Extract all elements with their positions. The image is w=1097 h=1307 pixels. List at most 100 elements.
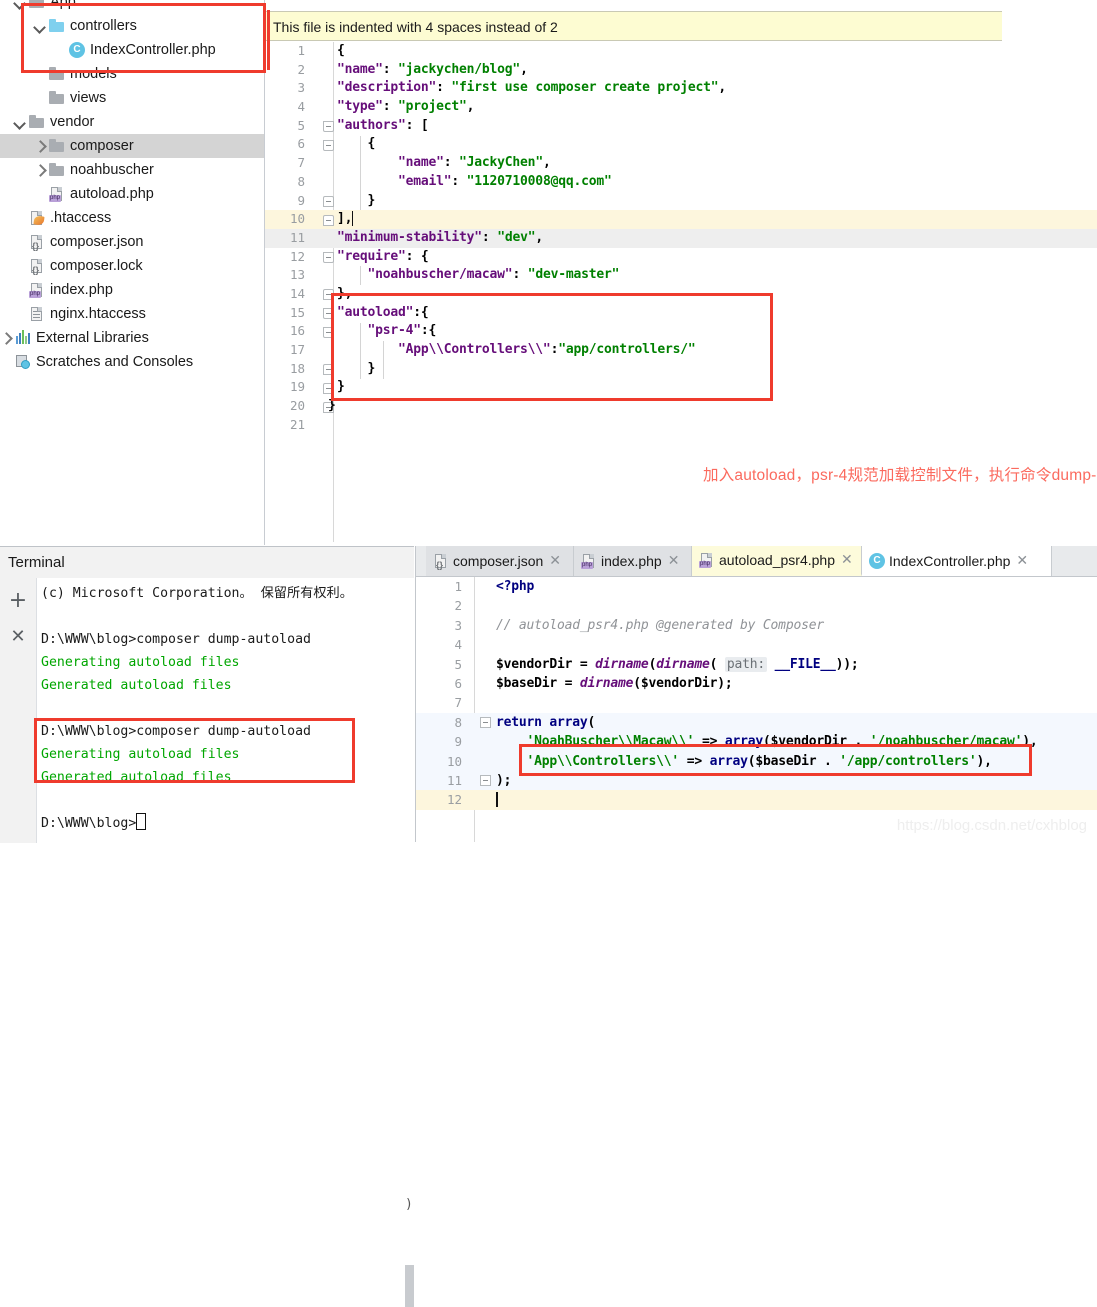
chevron-down-icon[interactable] xyxy=(14,116,26,128)
tree-item-autoload-php[interactable]: php autoload.php xyxy=(0,182,264,206)
code-fold-toggle[interactable] xyxy=(323,308,334,320)
terminal-line: (c) Microsoft Corporation。 保留所有权利。 xyxy=(37,582,414,605)
code-line[interactable]: 18 } xyxy=(265,360,1097,379)
code-fold-toggle[interactable] xyxy=(323,289,334,301)
line-number: 1 xyxy=(454,579,462,594)
tree-item-models[interactable]: models xyxy=(0,62,264,86)
tree-item-views[interactable]: views xyxy=(0,86,264,110)
php-code-line[interactable]: 5 $vendorDir = dirname(dirname( path: __F… xyxy=(416,655,1097,674)
code-fold-toggle[interactable] xyxy=(323,252,334,264)
code-fold-toggle[interactable] xyxy=(480,774,491,786)
tree-item-app[interactable]: App xyxy=(0,0,264,14)
tree-item-vendor[interactable]: vendor xyxy=(0,110,264,134)
code-line[interactable]: 11 "minimum-stability": "dev", xyxy=(265,228,1097,248)
editor-tab-bar[interactable]: {} composer.json ✕ php index.php ✕ php autoload… xyxy=(416,546,1097,577)
code-line[interactable]: 3 "description": "first use composer crea… xyxy=(265,79,1097,98)
code-line[interactable]: 17 "App\\Controllers\\":"app/controllers… xyxy=(265,341,1097,360)
tree-item-composer-json[interactable]: {} composer.json xyxy=(0,230,264,254)
terminal-toolbar[interactable]: + ✕ xyxy=(0,578,37,843)
code-line[interactable]: 12 "require": { xyxy=(265,248,1097,267)
editor-tab-index-php[interactable]: php index.php ✕ xyxy=(574,546,692,576)
code-line[interactable]: 5 "authors": [ xyxy=(265,117,1097,136)
tree-item-composer[interactable]: composer xyxy=(0,134,264,158)
tree-item-nginx-htaccess[interactable]: nginx.htaccess xyxy=(0,302,264,326)
code-line[interactable]: 2 "name": "jackychen/blog", xyxy=(265,61,1097,80)
code-fold-toggle[interactable] xyxy=(323,364,334,376)
code-line-text: }, xyxy=(337,285,353,301)
code-fold-toggle[interactable] xyxy=(323,121,334,133)
text-file-icon xyxy=(29,306,45,322)
tree-item-scratches-and-consoles[interactable]: Scratches and Consoles xyxy=(0,350,264,374)
php-code-line[interactable]: 1 <?php xyxy=(416,577,1097,596)
code-line[interactable]: 6 { xyxy=(265,135,1097,154)
tree-item-indexcontroller-php[interactable]: C IndexController.php xyxy=(0,38,264,62)
line-number: 1 xyxy=(297,43,305,58)
tree-item-composer-lock[interactable]: {} composer.lock xyxy=(0,254,264,278)
code-line[interactable]: 10], xyxy=(265,210,1097,229)
chevron-right-icon[interactable] xyxy=(0,332,12,344)
php-code-line[interactable]: 11); xyxy=(416,770,1097,791)
project-tree-panel[interactable]: App controllers C IndexController.php models… xyxy=(0,0,265,545)
code-fold-toggle[interactable] xyxy=(323,214,334,226)
main-editor-composer-json[interactable]: This file is indented with 4 spaces inst… xyxy=(265,0,1097,545)
php-code-line[interactable]: 3 // autoload_psr4.php @generated by Comp… xyxy=(416,616,1097,635)
chinese-annotation-text: 加入autoload，psr-4规范加载控制文件，执行命令dump-autolo… xyxy=(703,467,1097,484)
code-fold-toggle[interactable] xyxy=(323,139,334,151)
editor-tab-label: IndexController.php xyxy=(889,553,1011,569)
php-code-line[interactable]: 9 'NoahBuscher\\Macaw\\' => array($vendo… xyxy=(416,732,1097,752)
tree-item-noahbuscher[interactable]: noahbuscher xyxy=(0,158,264,182)
chevron-right-icon[interactable] xyxy=(34,140,46,152)
php-code-line[interactable]: 10 'App\\Controllers\\' => array($baseDi… xyxy=(416,751,1097,771)
tree-item-label: External Libraries xyxy=(36,330,149,346)
code-line[interactable]: 20} xyxy=(265,397,1097,416)
tree-item-htaccess[interactable]: .htaccess xyxy=(0,206,264,230)
code-line[interactable]: 7 "name": "JackyChen", xyxy=(265,154,1097,173)
php-code-line[interactable]: 12 xyxy=(416,790,1097,810)
php-code-line[interactable]: 2 xyxy=(416,596,1097,615)
code-line[interactable]: 19} xyxy=(265,378,1097,397)
php-code-line[interactable]: 6 $baseDir = dirname($vendorDir); xyxy=(416,674,1097,693)
tree-item-label: index.php xyxy=(50,282,113,298)
line-number: 11 xyxy=(446,772,462,788)
chevron-down-icon[interactable] xyxy=(34,20,46,32)
new-terminal-button[interactable]: + xyxy=(0,584,36,618)
code-line[interactable]: 13 "noahbuscher/macaw": "dev-master" xyxy=(265,266,1097,285)
folder-icon xyxy=(29,0,45,10)
php-editor-scrollbar-thumb[interactable] xyxy=(405,1265,414,1307)
indentation-warning-text: This file is indented with 4 spaces inst… xyxy=(273,19,558,35)
chevron-down-icon[interactable] xyxy=(14,0,26,8)
php-code-line[interactable]: 4 xyxy=(416,635,1097,654)
chevron-right-icon[interactable] xyxy=(34,164,46,176)
code-line[interactable]: 14}, xyxy=(265,285,1097,304)
terminal-panel[interactable]: Terminal + ✕ (c) Microsoft Corporation。 … xyxy=(0,546,414,1307)
editor-tab-autoload-psr4-php[interactable]: php autoload_psr4.php ✕ xyxy=(692,546,862,576)
editor-tab-indexcontroller-php[interactable]: C IndexController.php ✕ xyxy=(862,546,1052,576)
code-fold-toggle[interactable] xyxy=(323,382,334,394)
php-code-line[interactable]: 8 return array( xyxy=(416,712,1097,733)
code-line[interactable]: 8 "email": "1120710008@qq.com" xyxy=(265,173,1097,192)
autoload-psr4-code-area[interactable]: 1 <?php 2 3 // autoload_psr4.php @generated … xyxy=(416,577,1097,842)
php-editor-panel[interactable]: {} composer.json ✕ php index.php ✕ php autoload… xyxy=(415,546,1097,842)
code-line-text: "type": "project", xyxy=(337,99,475,115)
close-icon[interactable]: ✕ xyxy=(841,545,853,575)
close-terminal-button[interactable]: ✕ xyxy=(0,620,36,654)
tree-item-controllers[interactable]: controllers xyxy=(0,14,264,38)
code-fold-toggle[interactable] xyxy=(480,716,491,728)
tree-item-index-php[interactable]: php index.php xyxy=(0,278,264,302)
php-code-line[interactable]: 7 xyxy=(416,693,1097,712)
close-icon[interactable]: ✕ xyxy=(549,546,561,576)
code-line[interactable]: 4 "type": "project", xyxy=(265,98,1097,117)
editor-tab-composer-json[interactable]: {} composer.json ✕ xyxy=(426,546,574,576)
code-fold-toggle[interactable] xyxy=(323,196,334,207)
terminal-output[interactable]: (c) Microsoft Corporation。 保留所有权利。 D:\WWW… xyxy=(37,578,414,843)
code-fold-toggle[interactable] xyxy=(323,326,334,338)
code-line[interactable]: 21 xyxy=(265,416,1097,435)
tree-item-external-libraries[interactable]: External Libraries xyxy=(0,326,264,350)
code-line[interactable]: 1{ xyxy=(265,42,1097,61)
close-icon[interactable]: ✕ xyxy=(668,546,680,576)
code-line[interactable]: 16 "psr-4":{ xyxy=(265,322,1097,341)
close-icon[interactable]: ✕ xyxy=(1016,546,1028,576)
code-line[interactable]: 9 } xyxy=(265,192,1097,211)
code-line[interactable]: 15 "autoload":{ xyxy=(265,304,1097,323)
